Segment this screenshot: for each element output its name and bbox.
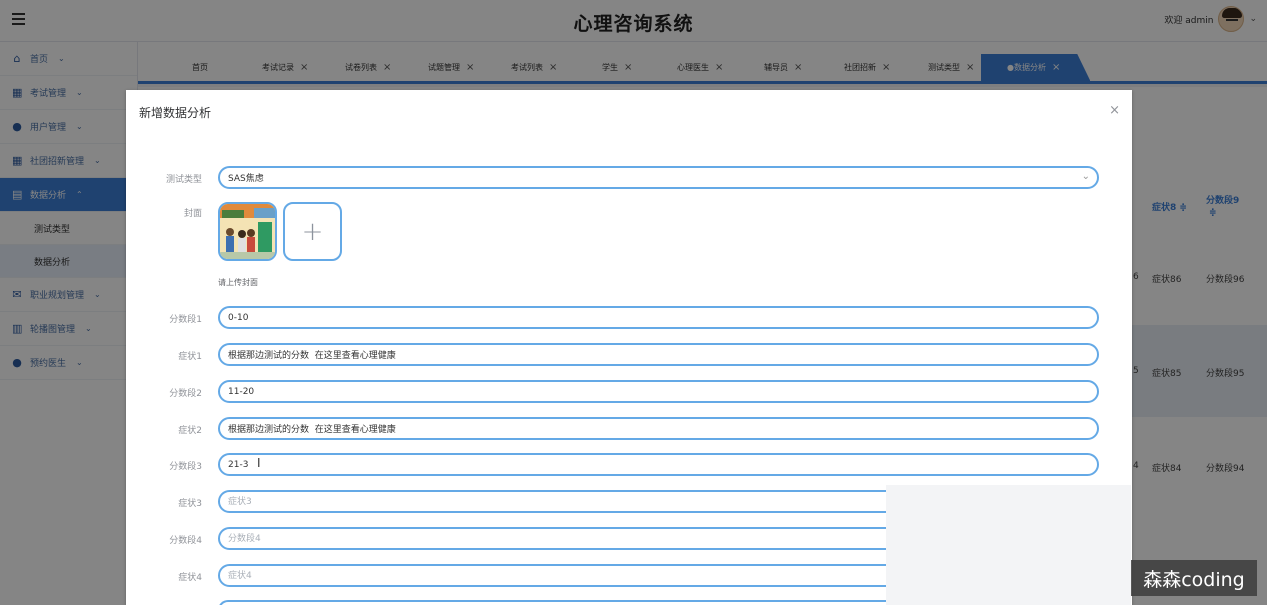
- field-label: 症状4: [178, 573, 202, 583]
- form-row-score3: 分数段3: [126, 453, 1132, 477]
- test-type-select[interactable]: [218, 166, 1099, 189]
- form-row-test-type: 测试类型 ⌄: [126, 166, 1132, 190]
- cover-image: [220, 204, 275, 259]
- field-label: 症状3: [178, 499, 202, 509]
- score3-input[interactable]: [218, 453, 1099, 476]
- field-label: 分数段4: [169, 536, 202, 546]
- score1-input[interactable]: [218, 306, 1099, 329]
- upload-tip: 请上传封面: [218, 278, 258, 287]
- chevron-down-icon[interactable]: ⌄: [1082, 171, 1090, 182]
- blurred-region: [886, 485, 1131, 605]
- add-image-button[interactable]: +: [283, 202, 342, 261]
- cover-image-thumbnail[interactable]: [218, 202, 277, 261]
- text-cursor-icon: I: [257, 456, 261, 470]
- field-label: 测试类型: [165, 175, 202, 185]
- form-row-symptom2: 症状2: [126, 417, 1132, 441]
- symptom2-input[interactable]: [218, 417, 1099, 440]
- close-icon[interactable]: ×: [1109, 103, 1120, 118]
- field-label: 分数段1: [169, 315, 202, 325]
- form-row-symptom1: 症状1: [126, 343, 1132, 367]
- form-row-score1: 分数段1: [126, 306, 1132, 330]
- field-label: 分数段2: [169, 389, 202, 399]
- symptom1-input[interactable]: [218, 343, 1099, 366]
- form-row-score2: 分数段2: [126, 380, 1132, 404]
- dialog-title: 新增数据分析: [139, 106, 212, 120]
- field-label: 封面: [183, 209, 202, 219]
- field-label: 分数段3: [169, 462, 202, 472]
- field-label: 症状2: [178, 426, 202, 436]
- score2-input[interactable]: [218, 380, 1099, 403]
- watermark: 森森coding: [1131, 560, 1257, 596]
- field-label: 症状1: [178, 352, 202, 362]
